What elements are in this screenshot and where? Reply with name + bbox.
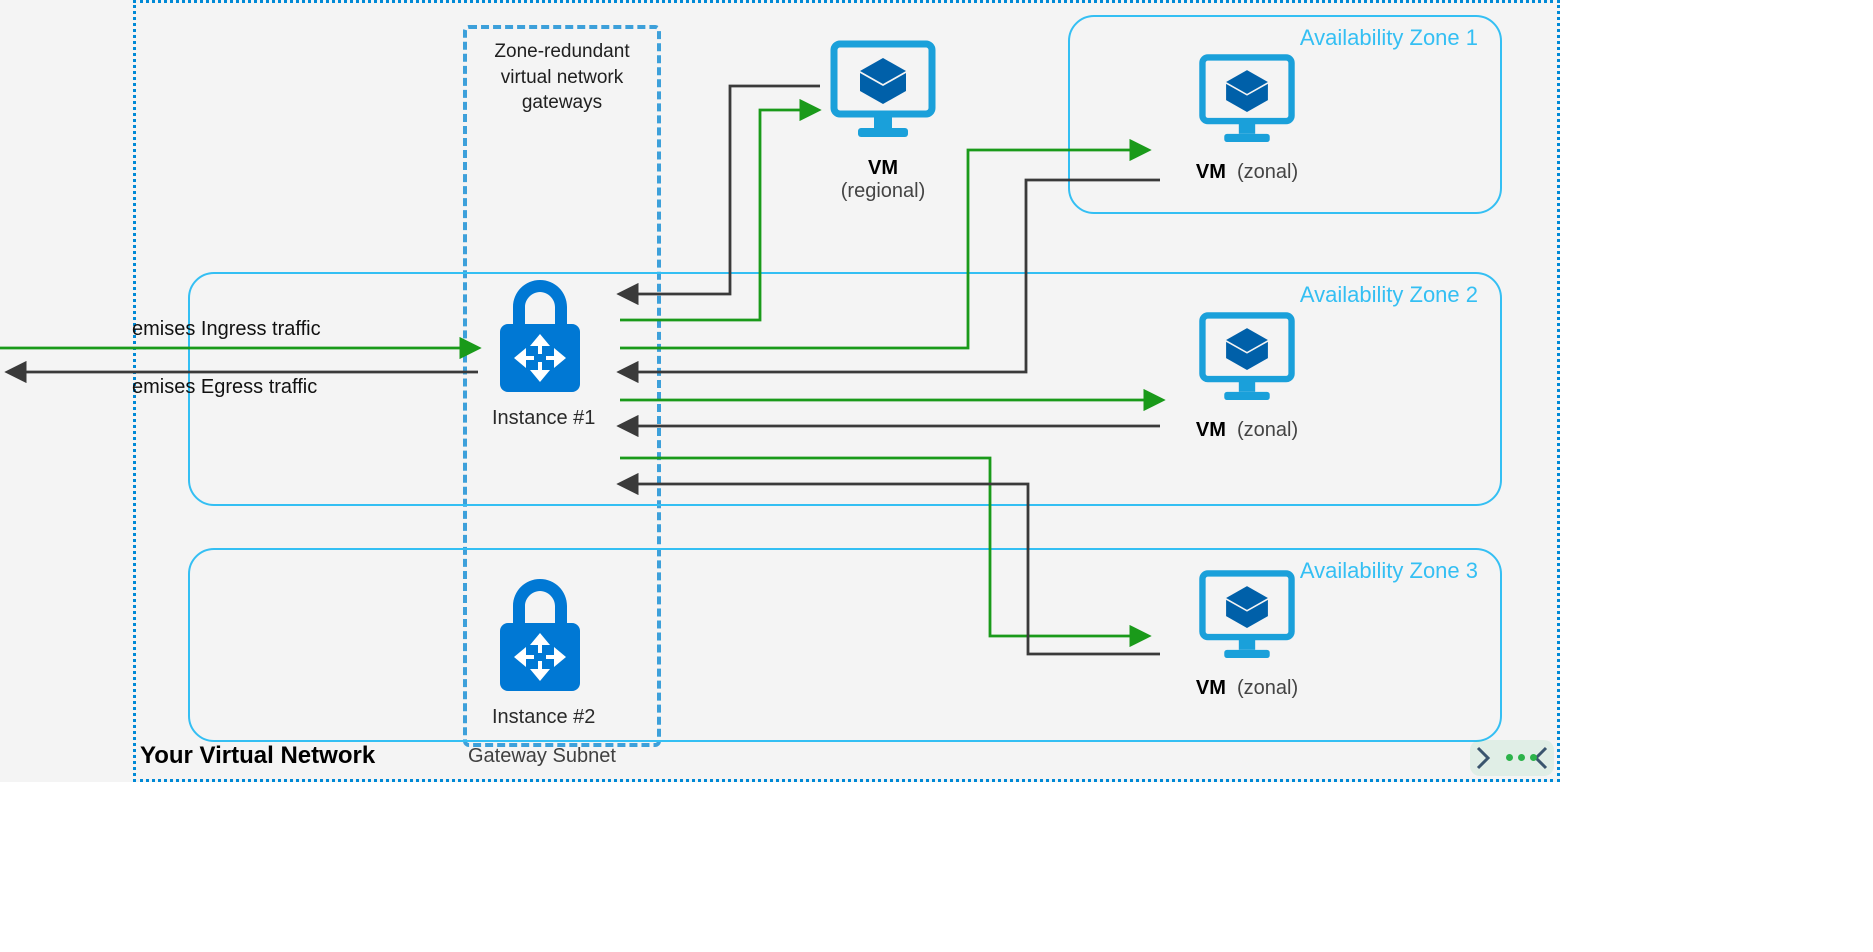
az3-title: Availability Zone 3 [1300,558,1478,584]
vnet-title: Your Virtual Network [140,742,375,770]
availability-zone-2: Availability Zone 2 [188,272,1502,506]
vm-zone2: VM (zonal) [1192,310,1302,442]
vm-zone1: VM (zonal) [1192,52,1302,184]
monitor-icon [828,38,938,148]
vm-z3-name: VM [1196,677,1226,699]
vm-zone3: VM (zonal) [1192,568,1302,700]
vm-z2-type: (zonal) [1237,419,1298,441]
badge-dots [1506,754,1537,761]
gateway-subnet-label: Gateway Subnet [468,745,616,768]
vm-z3-type: (zonal) [1237,677,1298,699]
vm-z1-type: (zonal) [1237,161,1298,183]
instance-1-label: Instance #1 [492,407,595,430]
vm-z1-name: VM [1196,161,1226,183]
egress-traffic-label: emises Egress traffic [132,376,317,399]
availability-zone-3: Availability Zone 3 [188,548,1502,742]
vm-z2-name: VM [1196,419,1226,441]
vm-regional: VM (regional) [828,38,938,203]
gateway-instance-2: Instance #2 [492,575,595,729]
overlay-badge [1470,740,1554,776]
vm-regional-name: VM [868,157,898,179]
vm-regional-type: (regional) [828,180,938,203]
az2-title: Availability Zone 2 [1300,282,1478,308]
gateway-instance-1: Instance #1 [492,276,595,430]
instance-2-label: Instance #2 [492,706,595,729]
monitor-icon [1192,310,1302,410]
ingress-traffic-label: emises Ingress traffic [132,318,321,341]
monitor-icon [1192,568,1302,668]
vnet-diagram: Your Virtual Network Zone-redundant virt… [0,0,1560,782]
lock-icon [492,276,588,396]
gateway-subnet-heading: Zone-redundant virtual network gateways [467,29,657,116]
lock-icon [492,575,588,695]
monitor-icon [1192,52,1302,152]
az1-title: Availability Zone 1 [1300,25,1478,51]
